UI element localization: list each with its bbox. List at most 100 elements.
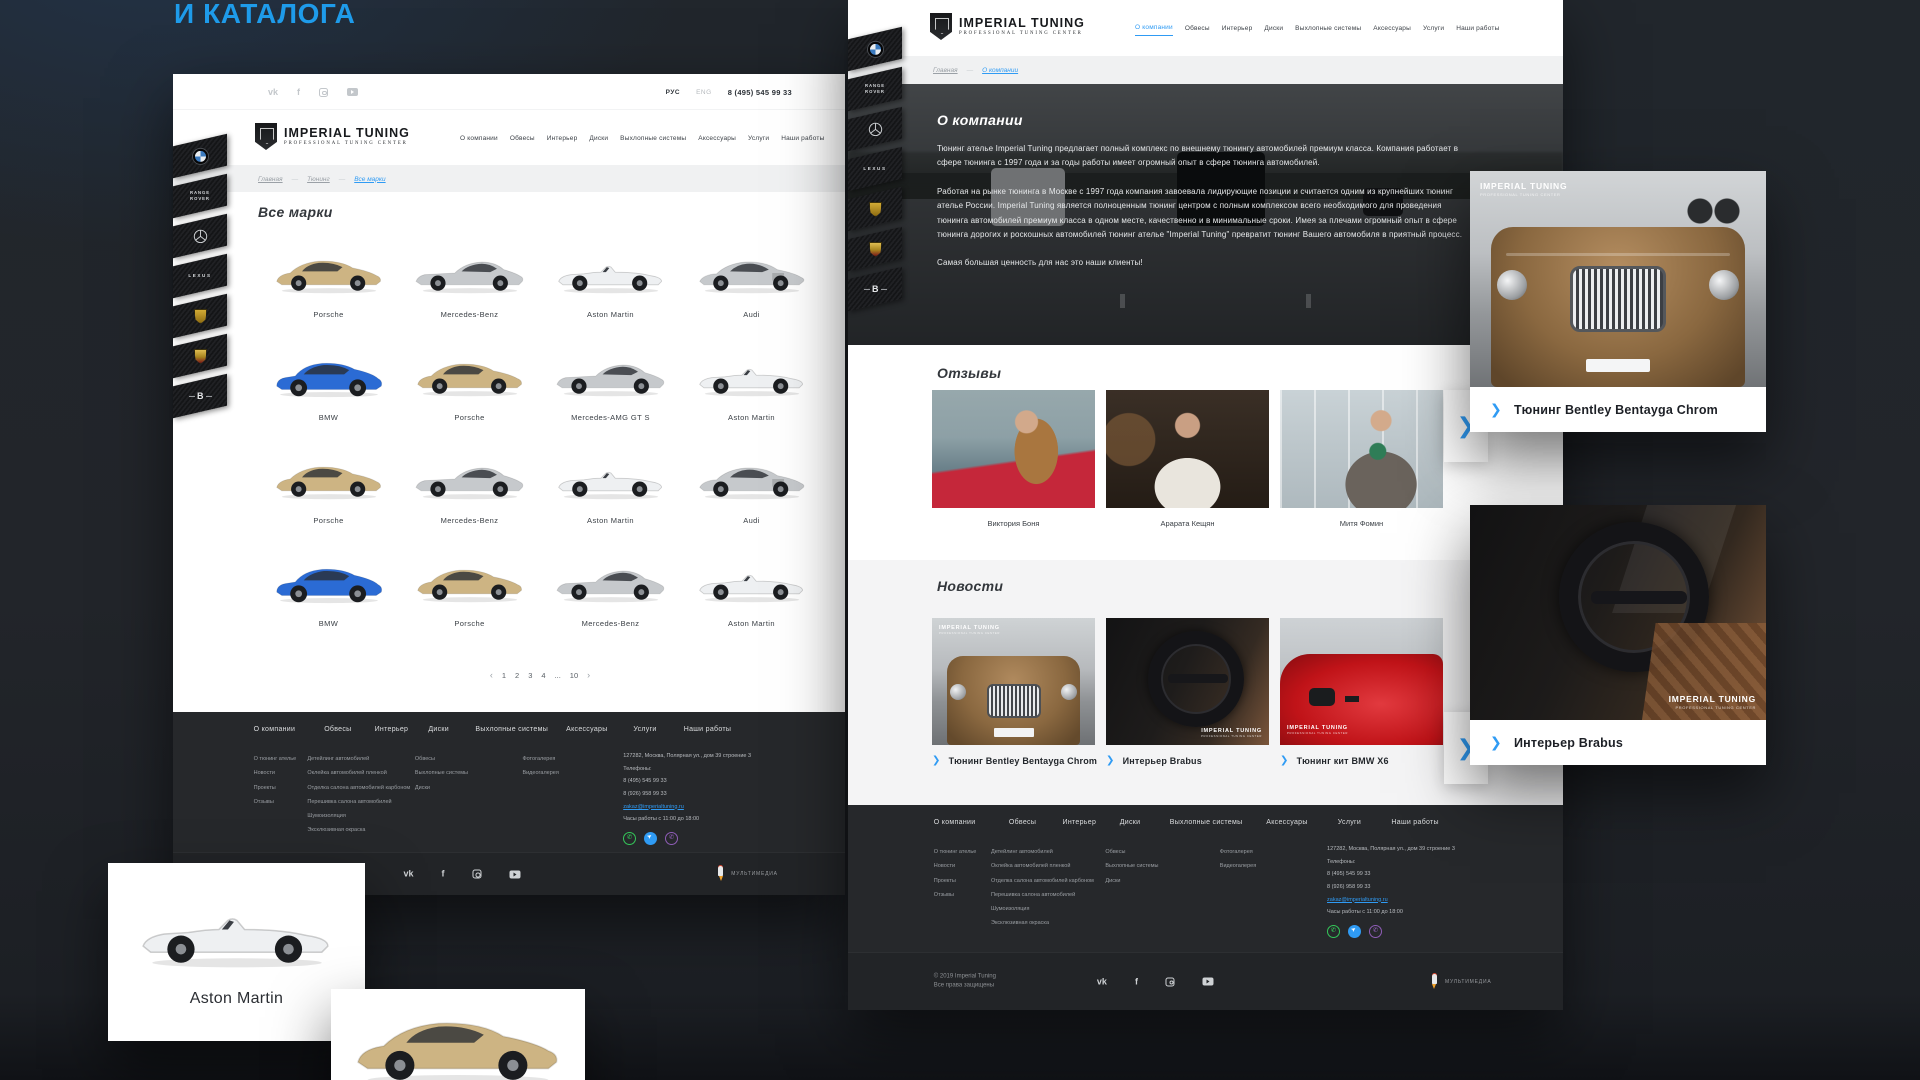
footer-link[interactable]: Шумоизоляция [307,809,410,823]
telegram-icon[interactable]: ➤ [1348,925,1361,938]
footer-link[interactable]: Фотогалерея [1220,845,1256,859]
pagination-page-1[interactable]: 1 [502,671,506,680]
nav-interior[interactable]: Интерьер [1222,21,1253,36]
nav-services[interactable]: Услуги [748,131,769,146]
news-link-bentley[interactable]: ❯ Тюнинг Bentley Bentayga Chrom [932,756,1097,766]
footer-email[interactable]: zakaz@imperialtuning.ru [623,801,831,814]
footer-head-accessories[interactable]: Аксессуары [1266,819,1307,826]
footer-head-works[interactable]: Наши работы [1391,819,1439,826]
footer-link[interactable]: Перешивка салона автомобилей [991,888,1094,902]
nav-about[interactable]: О компании [460,131,498,146]
lang-rus[interactable]: РУС [666,89,681,96]
brand-badge-range-rover[interactable]: RANGE ROVER [848,67,902,111]
car-item-mercedes[interactable]: Mercedes-Benz [540,545,681,648]
bentley-card-link[interactable]: ❯ Тюнинг Bentley Bentayga Chrom [1470,387,1766,432]
car-item-mercedes[interactable]: Mercedes-Benz [399,236,540,339]
footer-phone-2[interactable]: 8 (926) 958 99 33 [623,788,831,801]
footer-link[interactable]: Проекты [254,781,297,795]
news-card-bmw-x6[interactable]: IMPERIAL TUNINGPROFESSIONAL TUNING CENTE… [1280,618,1443,745]
facebook-icon[interactable]: f [1135,977,1138,986]
whatsapp-icon[interactable]: ✆ [623,832,636,845]
footer-head-about[interactable]: О компании [254,726,296,733]
lang-eng[interactable]: ENG [696,89,712,96]
footer-link[interactable]: Фотогалерея [522,752,558,766]
brand-badge-bmw[interactable] [848,27,902,71]
pagination-page-2[interactable]: 2 [515,671,519,680]
footer-link[interactable]: Детейлинг автомобилей [991,845,1094,859]
nav-accessories[interactable]: Аксессуары [698,131,736,146]
news-link-bmw-x6[interactable]: ❯ Тюнинг кит BMW X6 [1280,756,1389,766]
footer-link[interactable]: О тюнинг ателье [934,845,977,859]
brand-badge-mercedes[interactable] [173,214,227,258]
youtube-icon[interactable] [509,870,520,878]
footer-link[interactable]: Обвесы [415,752,468,766]
footer-link[interactable]: Детейлинг автомобилей [307,752,410,766]
footer-link[interactable]: Оклейка автомобилей пленкой [991,859,1094,873]
brand-badge-bentley[interactable]: B [173,374,227,418]
brand-badge-bmw[interactable] [173,134,227,178]
pagination-page-4[interactable]: 4 [541,671,545,680]
brand-badge-porsche[interactable] [173,334,227,378]
telegram-icon[interactable]: ➤ [644,832,657,845]
brand-badge-mercedes[interactable] [848,107,902,151]
news-card-brabus[interactable]: IMPERIAL TUNINGPROFESSIONAL TUNING CENTE… [1106,618,1269,745]
car-item-aston[interactable]: Aston Martin [540,442,681,545]
car-item-porsche[interactable]: Porsche [399,545,540,648]
nav-about[interactable]: О компании [1135,20,1173,36]
brabus-card-link[interactable]: ❯ Интерьер Brabus [1470,720,1766,765]
footer-link[interactable]: Видеогалерея [1220,859,1256,873]
vk-icon[interactable]: vk [268,88,278,97]
nav-exhaust[interactable]: Выхлопные системы [1295,21,1361,36]
footer-phone-1[interactable]: 8 (495) 545 99 33 [623,775,831,788]
car-item-audi[interactable]: Audi [681,442,822,545]
facebook-icon[interactable]: f [297,88,300,97]
site-logo[interactable]: IMPERIAL TUNING PROFESSIONAL TUNING CENT… [930,13,1085,40]
breadcrumb-home[interactable]: Главная [258,176,283,183]
footer-head-exhaust[interactable]: Выхлопные системы [475,726,548,733]
footer-link[interactable]: Новости [934,859,977,873]
news-card-bentley[interactable]: IMPERIAL TUNINGPROFESSIONAL TUNING CENTE… [932,618,1095,745]
car-item-amg-gts[interactable]: Mercedes-AMG GT S [540,339,681,442]
review-photo[interactable] [1280,390,1443,508]
vk-icon[interactable]: vk [1097,977,1107,986]
pagination-page-10[interactable]: 10 [570,671,578,680]
car-item-bmw[interactable]: BMW [258,339,399,442]
footer-link[interactable]: Отзывы [934,888,977,902]
footer-link[interactable]: Новости [254,766,297,780]
facebook-icon[interactable]: f [441,870,444,879]
pagination-page-3[interactable]: 3 [528,671,532,680]
youtube-icon[interactable] [1203,978,1214,986]
viber-icon[interactable]: ✆ [1369,925,1382,938]
viber-icon[interactable]: ✆ [665,832,678,845]
news-link-brabus[interactable]: ❯ Интерьер Brabus [1106,756,1202,766]
nav-interior[interactable]: Интерьер [547,131,578,146]
brand-badge-range-rover[interactable]: RANGE ROVER [173,174,227,218]
footer-phone-2[interactable]: 8 (926) 958 99 33 [1327,881,1549,894]
footer-head-services[interactable]: Услуги [1338,819,1361,826]
footer-head-interior[interactable]: Интерьер [1063,819,1097,826]
footer-link[interactable]: Отзывы [254,795,297,809]
footer-link[interactable]: Выхлопные системы [1105,859,1158,873]
footer-link[interactable]: Эксклюзивная окраска [307,823,410,837]
nav-bodykits[interactable]: Обвесы [510,131,535,146]
pagination-prev[interactable]: ‹ [490,670,493,680]
nav-exhaust[interactable]: Выхлопные системы [620,131,686,146]
footer-link[interactable]: Диски [1105,874,1158,888]
footer-link[interactable]: Эксклюзивная окраска [991,916,1094,930]
footer-head-bodykits[interactable]: Обвесы [1009,819,1036,826]
footer-phone-1[interactable]: 8 (495) 545 99 33 [1327,868,1549,881]
studio-credit[interactable]: МУЛЬТИМЕДИА [717,866,778,882]
footer-head-exhaust[interactable]: Выхлопные системы [1170,819,1243,826]
brand-badge-lamborghini[interactable] [848,187,902,231]
instagram-icon[interactable] [319,88,328,97]
review-photo[interactable] [932,390,1095,508]
brand-badge-bentley[interactable]: B [848,267,902,311]
footer-email[interactable]: zakaz@imperialtuning.ru [1327,894,1549,907]
car-item-porsche[interactable]: Porsche [258,236,399,339]
footer-link[interactable]: Видеогалерея [522,766,558,780]
footer-link[interactable]: Диски [415,781,468,795]
footer-head-interior[interactable]: Интерьер [375,726,409,733]
instagram-icon[interactable] [472,870,481,879]
car-item-aston[interactable]: Aston Martin [681,545,822,648]
car-item-mercedes[interactable]: Mercedes-Benz [399,442,540,545]
